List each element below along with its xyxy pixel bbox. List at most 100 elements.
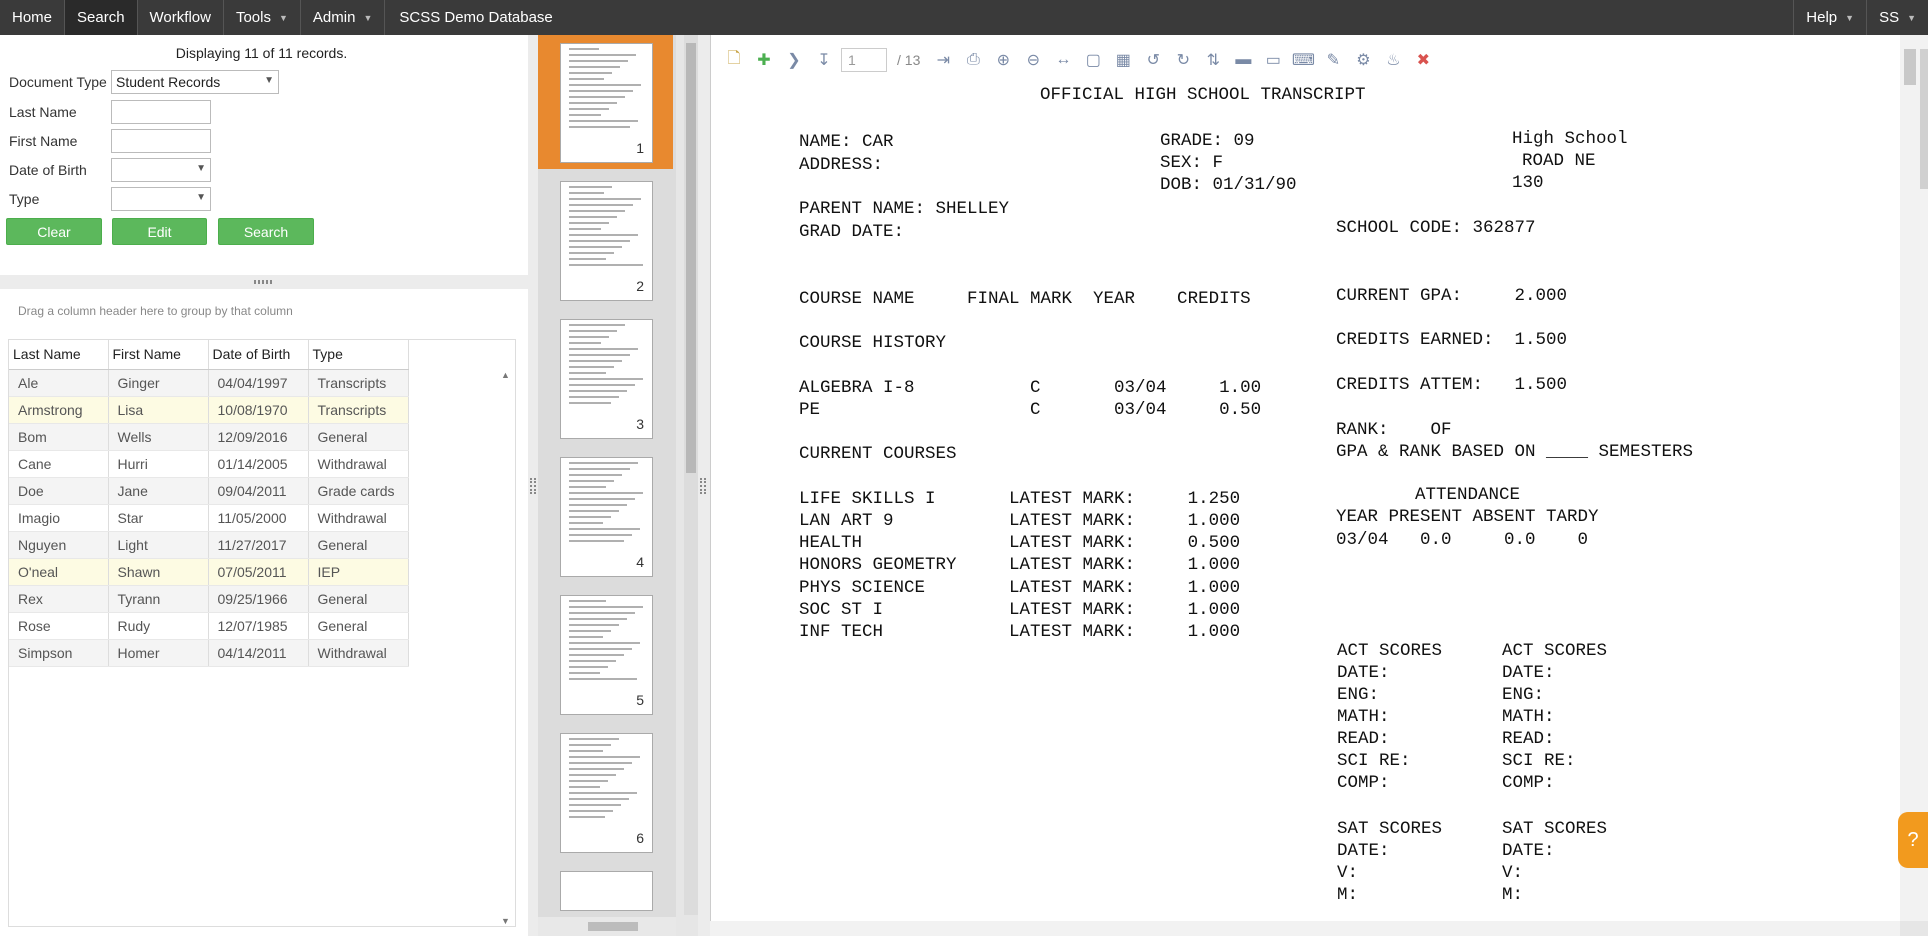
nav-search[interactable]: Search [65, 0, 138, 35]
page-thumbnail[interactable] [538, 863, 673, 911]
group-by-hint[interactable]: Drag a column header here to group by th… [18, 304, 293, 318]
scroll-down-icon[interactable]: ▼ [501, 916, 510, 926]
cell-first-name: Shawn [108, 558, 209, 586]
insert-icon[interactable]: ↧ [811, 47, 837, 73]
search-button[interactable]: Search [218, 218, 314, 245]
first-name-row: First Name [9, 129, 211, 153]
help-badge[interactable]: ? [1898, 812, 1928, 868]
page-thumbnail[interactable]: 5 [538, 587, 673, 721]
results-panel: Drag a column header here to group by th… [0, 289, 528, 936]
doc-school-code: SCHOOL CODE: 362877 [1336, 218, 1536, 238]
vertical-splitter[interactable] [528, 35, 538, 936]
table-row[interactable]: Doe Jane 09/04/2011 Grade cards [9, 477, 409, 505]
thumbnail-h-scroll-thumb[interactable] [588, 922, 638, 931]
thumbnail-page-number: 5 [636, 692, 644, 708]
scroll-up-icon[interactable]: ▲ [501, 370, 510, 380]
thumbnail-h-scrollbar[interactable] [538, 917, 676, 936]
burn-icon[interactable]: ♨ [1380, 47, 1406, 73]
results-body: Ale Ginger 04/04/1997 Transcripts Armstrong L… [9, 369, 409, 667]
first-name-input[interactable] [111, 129, 211, 153]
nav-admin[interactable]: Admin ▼ [301, 0, 386, 35]
table-row[interactable]: Rex Tyrann 09/25/1966 General [9, 585, 409, 613]
fit-page-icon[interactable]: ▢ [1080, 47, 1106, 73]
thumbnail-view-icon[interactable]: ▦ [1110, 47, 1136, 73]
rotate-right-icon[interactable]: ↻ [1170, 47, 1196, 73]
redact-icon[interactable]: ▬ [1230, 47, 1256, 73]
column-header-dob[interactable]: Date of Birth [208, 340, 309, 370]
nav-search-label: Search [77, 9, 125, 26]
nav-workflow[interactable]: Workflow [138, 0, 224, 35]
table-row[interactable]: Rose Rudy 12/07/1985 General [9, 612, 409, 640]
page-thumbnail[interactable]: 6 [538, 725, 673, 859]
column-header-last-name[interactable]: Last Name [9, 340, 109, 370]
chevron-down-icon: ▼ [363, 12, 373, 23]
add-page-icon[interactable]: ✚ [751, 47, 777, 73]
page-thumbnail[interactable]: 4 [538, 449, 673, 583]
doc-road: ROAD NE [1522, 151, 1596, 171]
page-thumbnail[interactable]: 2 [538, 173, 673, 307]
grid-scrollbar[interactable]: ▲ ▼ [499, 370, 513, 926]
cell-dob: 11/05/2000 [208, 504, 309, 532]
pen-icon[interactable]: ✎ [1320, 47, 1346, 73]
print-icon[interactable]: ⎙ [960, 47, 986, 73]
table-row[interactable]: Ale Ginger 04/04/1997 Transcripts [9, 369, 409, 397]
page-thumbnail[interactable]: 3 [538, 311, 673, 445]
table-row[interactable]: Imagio Star 11/05/2000 Withdrawal [9, 504, 409, 532]
viewer-toolbar: 🗋 ✚ ❯ ↧ 1 / 13 ⇥ ⎙ ⊕ ⊖ ↔ ▢ ▦ ↺ ↻ ⇅ ▬ ▭ ⌨… [721, 43, 1731, 77]
edit-button[interactable]: Edit [112, 218, 207, 245]
document-type-value: Student Records [116, 74, 221, 90]
chevron-down-icon: ▼ [1907, 12, 1916, 23]
score-line: ENG: [1337, 685, 1380, 705]
nav-tools[interactable]: Tools ▼ [224, 0, 301, 35]
nav-home[interactable]: Home [0, 0, 66, 35]
cell-type: General [308, 423, 409, 451]
page-thumbnail[interactable]: 1 [538, 35, 673, 169]
horizontal-splitter[interactable] [0, 275, 528, 289]
next-page-icon[interactable]: ⇥ [930, 47, 956, 73]
type-select[interactable]: ▼ [111, 187, 211, 211]
fit-width-icon[interactable]: ↔ [1050, 47, 1076, 73]
rotate-left-icon[interactable]: ↺ [1140, 47, 1166, 73]
table-row[interactable]: Bom Wells 12/09/2016 General [9, 423, 409, 451]
document-type-select[interactable]: Student Records ▼ [111, 70, 279, 94]
document-viewer: OFFICIAL HIGH SCHOOL TRANSCRIPT NAME: CA… [710, 35, 1900, 921]
table-row[interactable]: Armstrong Lisa 10/08/1970 Transcripts [9, 396, 409, 424]
page-thumbnails: 1 2 3 4 5 6 [538, 35, 676, 936]
last-name-input[interactable] [111, 100, 211, 124]
flip-icon[interactable]: ⇅ [1200, 47, 1226, 73]
search-panel: Displaying 11 of 11 records. Document Ty… [0, 35, 528, 275]
dob-select[interactable]: ▼ [111, 158, 211, 182]
sticky-note-icon[interactable]: ▭ [1260, 47, 1286, 73]
nav-help[interactable]: Help ▼ [1793, 0, 1866, 35]
doc-school: High School [1512, 129, 1628, 149]
column-header-type[interactable]: Type [308, 340, 409, 370]
table-row[interactable]: Simpson Homer 04/14/2011 Withdrawal [9, 639, 409, 667]
page-scroll-thumb[interactable] [1920, 49, 1928, 189]
table-row[interactable]: Nguyen Light 11/27/2017 General [9, 531, 409, 559]
text-annotation-icon[interactable]: ⌨ [1290, 47, 1316, 73]
new-document-icon[interactable]: 🗋 [721, 47, 747, 73]
delete-icon[interactable]: ✖ [1410, 47, 1436, 73]
thumbnail-preview: 4 [560, 457, 653, 577]
workflow-icon[interactable]: ❯ [781, 47, 807, 73]
stamp-icon[interactable]: ⚙ [1350, 47, 1376, 73]
clear-button[interactable]: Clear [6, 218, 102, 245]
page-number-input[interactable]: 1 [841, 48, 887, 72]
score-line: V: [1337, 863, 1359, 883]
table-row[interactable]: Cane Hurri 01/14/2005 Withdrawal [9, 450, 409, 478]
table-row[interactable]: O'neal Shawn 07/05/2011 IEP [9, 558, 409, 586]
thumbnail-scroll-thumb[interactable] [686, 43, 696, 473]
viewer-splitter[interactable] [698, 35, 710, 936]
thumbnail-scrollbar[interactable] [684, 35, 698, 915]
column-header-first-name[interactable]: First Name [108, 340, 209, 370]
viewer-scrollbar[interactable] [1900, 35, 1928, 921]
nav-user-menu[interactable]: SS ▼ [1866, 0, 1928, 35]
zoom-in-icon[interactable]: ⊕ [990, 47, 1016, 73]
type-label: Type [9, 191, 40, 207]
cell-first-name: Tyrann [108, 585, 209, 613]
viewer-h-scrollbar[interactable] [710, 921, 1900, 936]
thumbnail-page-number: 4 [636, 554, 644, 570]
zoom-out-icon[interactable]: ⊖ [1020, 47, 1046, 73]
viewer-scroll-thumb[interactable] [1904, 49, 1916, 85]
top-nav-bar: Home Search Workflow Tools ▼ Admin ▼ SCSS … [0, 0, 1928, 35]
